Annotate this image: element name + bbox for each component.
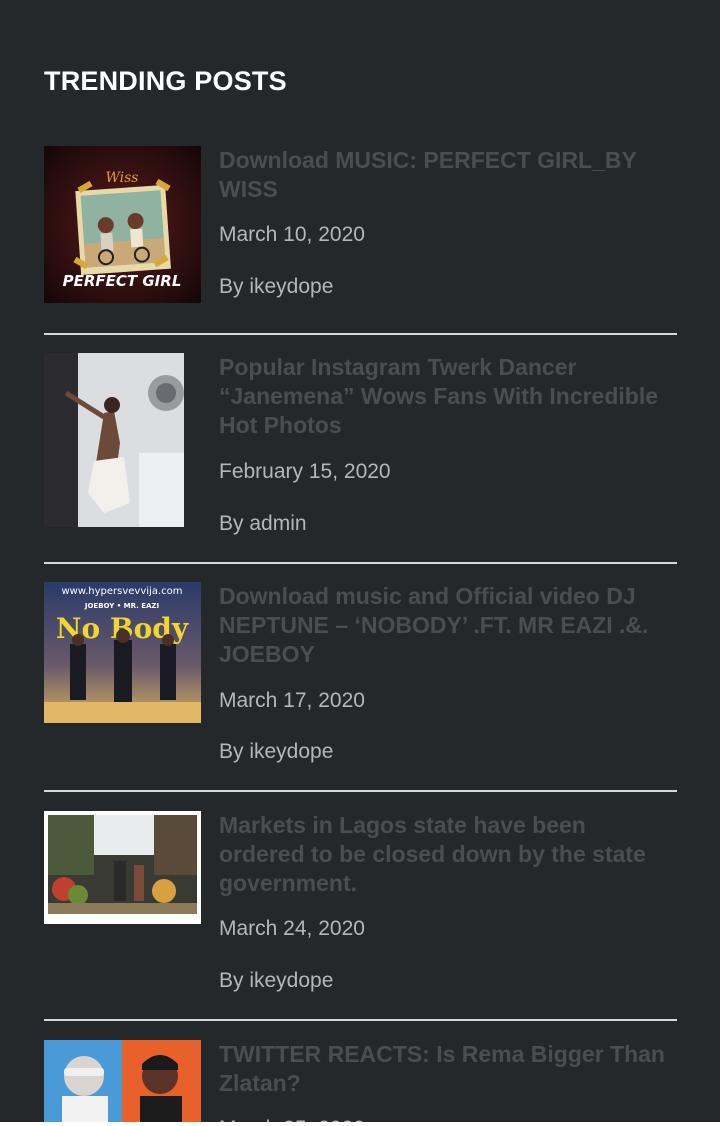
- bottom-overlay-bar: [0, 1122, 720, 1126]
- post-thumbnail[interactable]: www.hypersvevvija.com JOEBOY • MR. EAZI …: [44, 582, 201, 723]
- post-date: March 17, 2020: [219, 689, 365, 712]
- post-item: Wiss PERFECT GIRL Download MUSIC: PERFEC…: [44, 146, 677, 306]
- post-author[interactable]: By ikeydope: [219, 968, 333, 994]
- post-author[interactable]: By ikeydope: [219, 739, 333, 765]
- post-item: www.hypersvevvija.com JOEBOY • MR. EAZI …: [44, 582, 677, 765]
- photo-image: [44, 353, 184, 527]
- post-author[interactable]: By admin: [219, 511, 307, 537]
- thumb-caption-main: PERFECT GIRL: [63, 272, 182, 290]
- post-item: Popular Instagram Twerk Dancer “Janemena…: [44, 353, 677, 535]
- post-title-link[interactable]: Popular Instagram Twerk Dancer “Janemena…: [219, 353, 677, 440]
- post-title-link[interactable]: Markets in Lagos state have been ordered…: [219, 811, 677, 898]
- thumb-caption-artists: JOEBOY • MR. EAZI: [84, 602, 159, 610]
- market-image: [44, 811, 201, 924]
- post-title-link[interactable]: Download music and Official video DJ NEP…: [219, 582, 677, 669]
- post-thumbnail[interactable]: [44, 1040, 201, 1126]
- post-divider: [44, 790, 677, 792]
- trending-posts-widget: TRENDING POSTS Wiss PERFECT GIRL Downloa…: [0, 0, 720, 1126]
- album-cover-image: Wiss PERFECT GIRL: [44, 146, 201, 303]
- post-date: March 24, 2020: [219, 917, 365, 940]
- post-author[interactable]: By ikeydope: [219, 274, 333, 300]
- post-title-link[interactable]: TWITTER REACTS: Is Rema Bigger Than Zlat…: [219, 1040, 677, 1098]
- post-divider: [44, 1019, 677, 1021]
- post-thumbnail[interactable]: [44, 353, 184, 527]
- post-divider: [44, 562, 677, 564]
- post-title-link[interactable]: Download MUSIC: PERFECT GIRL_BY WISS: [219, 146, 677, 204]
- post-date: February 15, 2020: [219, 460, 391, 483]
- music-video-image: www.hypersvevvija.com JOEBOY • MR. EAZI …: [44, 582, 201, 723]
- post-date: March 10, 2020: [219, 223, 365, 246]
- thumb-caption-url: www.hypersvevvija.com: [61, 586, 182, 597]
- post-item: TWITTER REACTS: Is Rema Bigger Than Zlat…: [44, 1040, 677, 1126]
- thumb-caption-top: Wiss: [106, 170, 139, 186]
- post-thumbnail[interactable]: [44, 811, 201, 924]
- portraits-image: [44, 1040, 201, 1126]
- post-thumbnail[interactable]: Wiss PERFECT GIRL: [44, 146, 201, 303]
- post-divider: [44, 333, 677, 335]
- section-title: TRENDING POSTS: [44, 66, 287, 96]
- post-item: Markets in Lagos state have been ordered…: [44, 811, 677, 994]
